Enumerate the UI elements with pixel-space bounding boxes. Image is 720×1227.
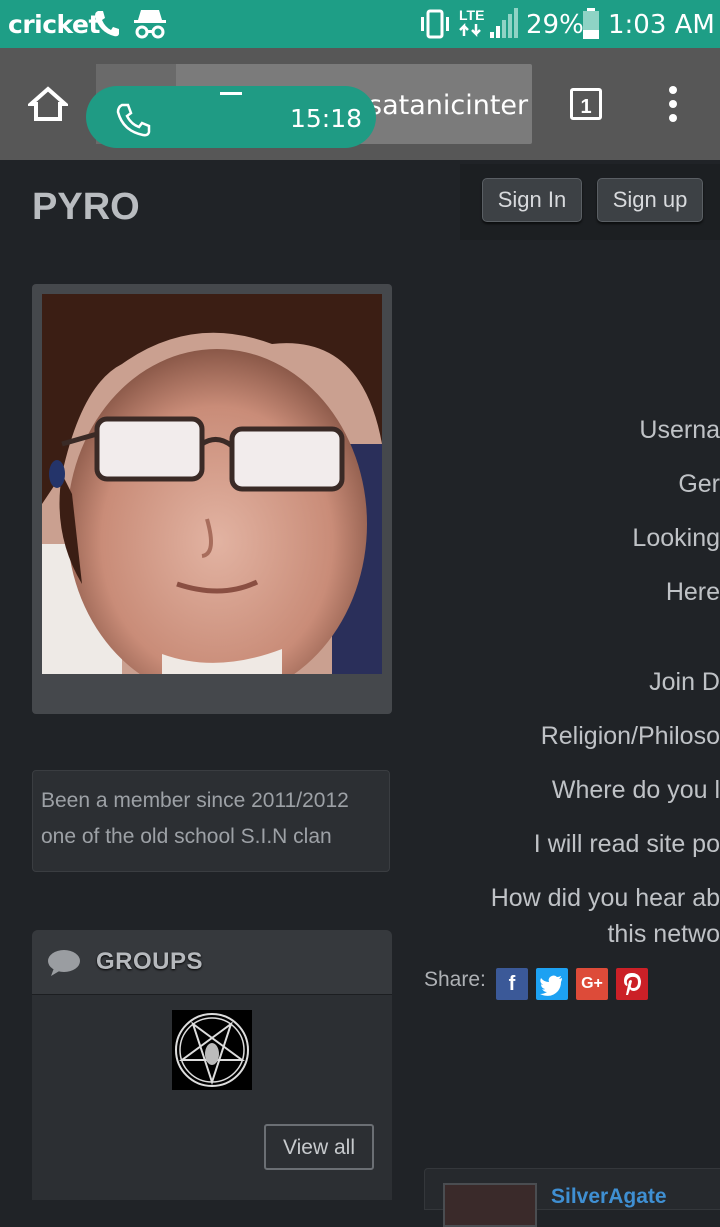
speech-bubble-icon <box>46 948 82 983</box>
field-label-looking-for: Looking <box>632 524 720 552</box>
profile-name: PYRO <box>32 186 140 228</box>
pinterest-share-button[interactable] <box>616 968 648 1000</box>
status-bar: cricket LTE 29% 1:03 AM <box>0 0 720 48</box>
share-label: Share: <box>424 968 486 991</box>
more-options-icon[interactable] <box>666 86 680 126</box>
view-all-groups-button[interactable]: View all <box>264 1124 374 1170</box>
auth-panel: Sign In Sign up <box>460 164 720 240</box>
bio-text: Been a member since 2011/2012 one of the… <box>41 789 349 848</box>
call-duration: 15:18 <box>290 104 363 133</box>
battery-icon <box>582 8 600 45</box>
tab-switcher-button[interactable]: 1 <box>570 88 602 120</box>
google-plus-icon: G+ <box>581 975 603 992</box>
field-label-site-policy: I will read site po <box>533 830 720 858</box>
signal-strength-icon <box>488 8 518 45</box>
twitter-bird-icon <box>540 975 562 996</box>
twitter-share-button[interactable] <box>536 968 568 1000</box>
groups-panel: GROUPS View all <box>32 930 392 1200</box>
member-name-link[interactable]: SilverAgate <box>551 1185 667 1209</box>
field-label-religion: Religion/Philoso <box>540 722 720 750</box>
call-phone-icon <box>114 102 154 143</box>
profile-photo[interactable] <box>42 294 382 674</box>
google-plus-share-button[interactable]: G+ <box>576 968 608 1000</box>
field-label-gender: Ger <box>678 470 720 498</box>
network-type-label: LTE <box>459 7 485 23</box>
sign-in-button[interactable]: Sign In <box>482 178 582 222</box>
profile-bio: Been a member since 2011/2012 one of the… <box>32 770 390 872</box>
field-label-username: Userna <box>639 416 720 444</box>
sign-up-button[interactable]: Sign up <box>597 178 703 222</box>
battery-percent: 29% <box>526 10 584 40</box>
vibrate-icon <box>418 8 452 45</box>
data-arrows-icon <box>458 22 484 43</box>
profile-photo-card <box>32 284 392 714</box>
groups-title: GROUPS <box>96 948 204 975</box>
home-icon[interactable] <box>25 86 71 127</box>
field-label-here-for: Here <box>665 578 720 606</box>
groups-header: GROUPS <box>32 930 392 995</box>
field-label-referral: How did you hear ab <box>490 884 720 912</box>
member-avatar[interactable] <box>443 1183 537 1227</box>
facebook-share-button[interactable]: f <box>496 968 528 1000</box>
pentagram-icon <box>175 1013 249 1087</box>
phone-call-icon <box>92 8 120 43</box>
incognito-icon <box>132 8 168 45</box>
carrier-name: cricket <box>8 10 100 39</box>
drag-handle[interactable] <box>220 92 242 95</box>
ongoing-call-bubble[interactable]: 15:18 <box>86 86 376 148</box>
field-label-location: Where do you l <box>551 776 720 804</box>
facebook-icon: f <box>508 973 516 995</box>
field-label-referral-cont: this netwo <box>607 920 720 948</box>
pinterest-icon <box>624 973 641 995</box>
clock-time: 1:03 AM <box>608 10 715 40</box>
member-card[interactable]: SilverAgate <box>424 1168 720 1227</box>
field-label-join-date: Join D <box>649 668 720 696</box>
group-pentagram-thumbnail[interactable] <box>172 1010 252 1090</box>
url-text[interactable]: satanicinter <box>368 90 528 121</box>
